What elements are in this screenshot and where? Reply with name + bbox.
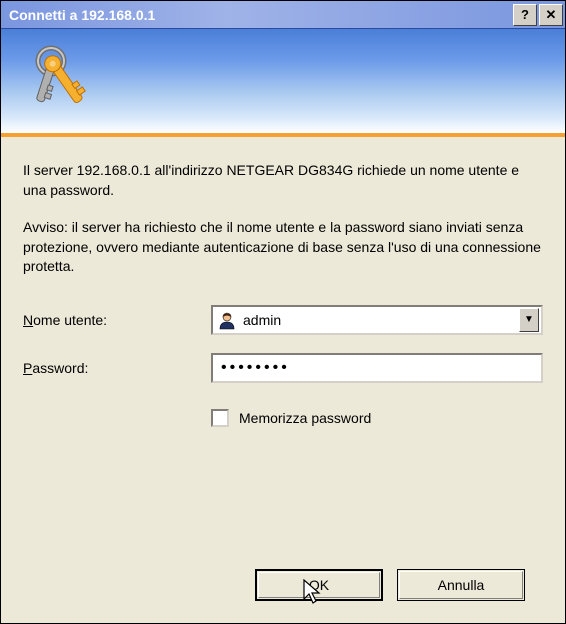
chevron-down-icon: ▼ — [524, 314, 534, 325]
username-row: Nome utente: admin ▼ — [23, 305, 543, 335]
close-button[interactable]: ✕ — [539, 4, 563, 26]
user-icon — [217, 310, 237, 330]
cancel-button[interactable]: Annulla — [397, 569, 525, 601]
warning-message: Avviso: il server ha richiesto che il no… — [23, 218, 543, 277]
username-label: Nome utente: — [23, 312, 211, 328]
titlebar-buttons: ? ✕ — [513, 4, 563, 26]
password-row: Password: — [23, 353, 543, 383]
ok-button-label: OK — [309, 577, 329, 593]
combo-dropdown-button[interactable]: ▼ — [519, 308, 539, 332]
ok-button[interactable]: OK — [255, 569, 383, 601]
button-row: OK Annulla — [23, 569, 543, 623]
remember-row: Memorizza password — [211, 409, 543, 427]
remember-checkbox[interactable] — [211, 409, 229, 427]
server-message: Il server 192.168.0.1 all'indirizzo NETG… — [23, 161, 543, 200]
cancel-button-label: Annulla — [438, 577, 485, 593]
help-icon: ? — [521, 7, 529, 22]
auth-dialog: Connetti a 192.168.0.1 ? ✕ — [0, 0, 566, 624]
username-combo[interactable]: admin ▼ — [211, 305, 543, 335]
keys-icon — [25, 43, 103, 121]
username-value: admin — [243, 312, 519, 328]
remember-label: Memorizza password — [239, 410, 371, 426]
close-icon: ✕ — [546, 7, 557, 23]
password-label: Password: — [23, 360, 211, 376]
password-input[interactable] — [211, 353, 543, 383]
titlebar: Connetti a 192.168.0.1 ? ✕ — [1, 1, 565, 29]
banner — [1, 29, 565, 137]
content-area: Il server 192.168.0.1 all'indirizzo NETG… — [1, 137, 565, 623]
help-button[interactable]: ? — [513, 4, 537, 26]
window-title: Connetti a 192.168.0.1 — [9, 7, 513, 23]
